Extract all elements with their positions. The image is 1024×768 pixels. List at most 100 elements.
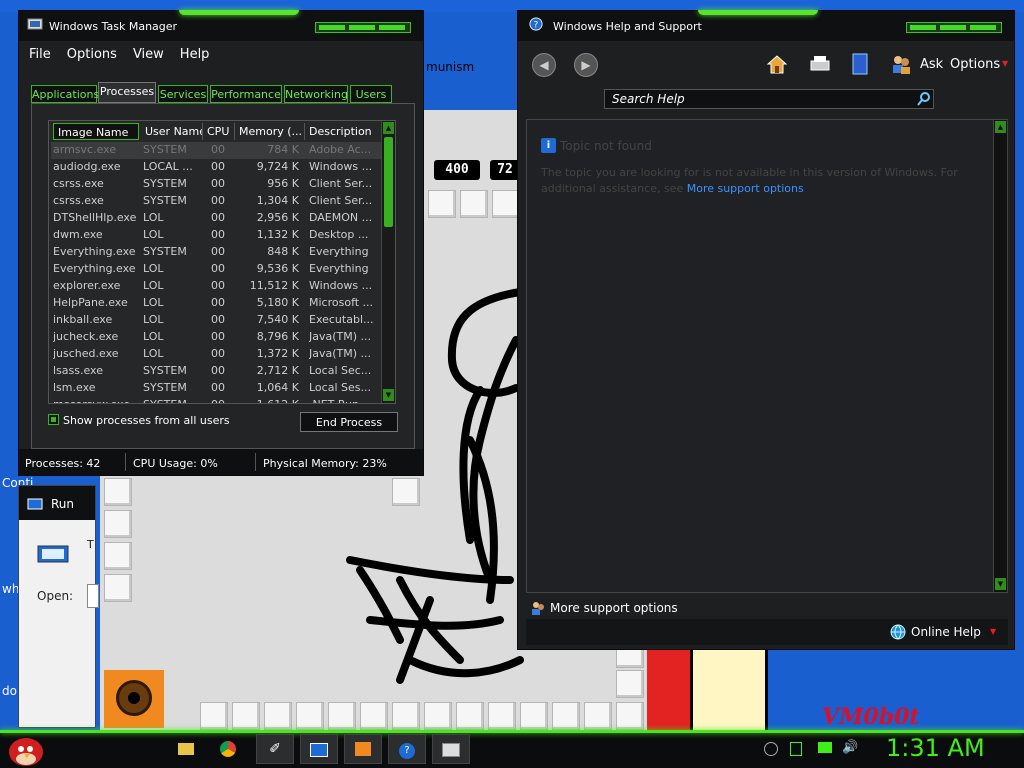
run-dialog[interactable]: Run T Open: xyxy=(18,485,99,728)
help-titlebar[interactable]: ? Windows Help and Support xyxy=(518,10,1014,41)
start-button-angry-bird-icon[interactable] xyxy=(6,732,46,768)
process-name: audiodg.exe xyxy=(53,160,121,173)
print-icon[interactable] xyxy=(808,53,832,75)
window-controls[interactable] xyxy=(315,22,411,33)
column-user-name[interactable]: User Name xyxy=(141,123,203,140)
process-row[interactable]: explorer.exe LOL 00 11,512 K Windows ... xyxy=(51,278,381,295)
menu-options[interactable]: Options xyxy=(67,47,117,62)
more-support-footer[interactable]: More support options xyxy=(526,597,1008,619)
process-row[interactable]: lsm.exe SYSTEM 00 1,064 K Local Ses... xyxy=(51,380,381,397)
back-arrow-icon[interactable]: ◀ xyxy=(532,53,556,77)
tab-services[interactable]: Services xyxy=(158,85,208,103)
menu-file[interactable]: File xyxy=(29,47,51,62)
process-row[interactable]: audiodg.exe LOCAL ... 00 9,724 K Windows ... xyxy=(51,159,381,176)
menu-view[interactable]: View xyxy=(133,47,164,62)
scroll-down-arrow-icon[interactable]: ▼ xyxy=(383,389,394,401)
close-button[interactable] xyxy=(970,25,996,30)
search-icon[interactable] xyxy=(916,91,932,107)
help-support-window[interactable]: ? Windows Help and Support ◀ ▶ Ask Optio… xyxy=(517,10,1015,650)
checkbox-icon[interactable] xyxy=(48,414,59,425)
process-row[interactable]: csrss.exe SYSTEM 00 956 K Client Ser... xyxy=(51,176,381,193)
process-list-scrollbar[interactable]: ▲ ▼ xyxy=(381,121,395,403)
column-memory[interactable]: Memory (... xyxy=(235,123,305,140)
process-user: LOL xyxy=(143,211,164,224)
taskbar-inkball-icon[interactable] xyxy=(344,734,382,764)
process-row[interactable]: armsvc.exe SYSTEM 00 784 K Adobe Ac... xyxy=(51,142,381,159)
process-row[interactable]: csrss.exe SYSTEM 00 1,304 K Client Ser... xyxy=(51,193,381,210)
game-tile xyxy=(456,702,484,730)
scroll-down-arrow-icon[interactable]: ▼ xyxy=(995,578,1006,590)
tab-processes[interactable]: Processes xyxy=(98,82,156,103)
tray-volume-icon[interactable]: 🔊 xyxy=(842,740,858,755)
titlebar-glow xyxy=(698,10,818,15)
options-dropdown-icon[interactable]: ▼ xyxy=(1002,59,1008,68)
process-row[interactable]: DTShellHlp.exe LOL 00 2,956 K DAEMON ... xyxy=(51,210,381,227)
desktop-text-fragment: wh xyxy=(2,582,20,596)
process-user: LOL xyxy=(143,296,164,309)
run-titlebar[interactable]: Run xyxy=(19,486,95,520)
minimize-button[interactable] xyxy=(319,25,345,30)
help-title: Windows Help and Support xyxy=(553,20,702,33)
window-controls[interactable] xyxy=(906,22,1002,33)
task-manager-titlebar[interactable]: Windows Task Manager xyxy=(19,10,423,41)
ask-button[interactable]: Ask xyxy=(920,57,943,72)
ask-icon[interactable] xyxy=(890,53,912,75)
online-help-dropdown-icon[interactable]: ▼ xyxy=(990,627,996,636)
browse-help-icon[interactable] xyxy=(850,53,870,75)
taskbar-help-icon[interactable]: ? xyxy=(388,734,426,764)
tab-networking[interactable]: Networking xyxy=(284,85,348,103)
process-cpu: 00 xyxy=(211,228,225,241)
search-help-input[interactable]: Search Help xyxy=(604,89,934,109)
column-description[interactable]: Description xyxy=(305,123,383,140)
process-list[interactable]: Image Name User Name CPU Memory (... Des… xyxy=(48,120,396,404)
chrome-icon[interactable] xyxy=(212,734,244,764)
online-help-button[interactable]: Online Help xyxy=(911,625,981,639)
run-title: Run xyxy=(51,497,75,511)
process-row[interactable]: Everything.exe LOL 00 9,536 K Everything xyxy=(51,261,381,278)
process-row[interactable]: HelpPane.exe LOL 00 5,180 K Microsoft ... xyxy=(51,295,381,312)
column-cpu[interactable]: CPU xyxy=(203,123,235,140)
tray-network-icon[interactable] xyxy=(818,742,832,753)
process-name: jucheck.exe xyxy=(53,330,119,343)
menu-help[interactable]: Help xyxy=(180,47,210,62)
minimize-button[interactable] xyxy=(910,25,936,30)
process-memory: 2,956 K xyxy=(256,211,299,224)
process-row[interactable]: inkball.exe LOL 00 7,540 K Executabl... xyxy=(51,312,381,329)
taskbar-run-icon[interactable] xyxy=(300,734,338,764)
tab-users[interactable]: Users xyxy=(350,85,392,103)
process-row[interactable]: mscorsvw.exe SYSTEM 001,612 K .NET Run... xyxy=(51,397,381,403)
show-all-processes-checkbox[interactable]: Show processes from all users xyxy=(48,414,230,427)
more-support-link[interactable]: More support options xyxy=(687,182,804,195)
end-process-button[interactable]: End Process xyxy=(300,412,398,432)
process-memory: 1,132 K xyxy=(256,228,299,241)
process-row[interactable]: jusched.exe LOL 00 1,372 K Java(TM) ... xyxy=(51,346,381,363)
task-manager-window[interactable]: Windows Task Manager File Options View Help… xyxy=(18,10,424,476)
more-support-label[interactable]: More support options xyxy=(550,601,678,615)
process-row[interactable]: lsass.exe SYSTEM 00 2,712 K Local Sec... xyxy=(51,363,381,380)
scroll-up-arrow-icon[interactable]: ▲ xyxy=(995,121,1006,133)
folder-icon[interactable] xyxy=(170,734,202,764)
taskbar-task-manager-icon[interactable] xyxy=(432,734,470,764)
column-image-name[interactable]: Image Name xyxy=(53,123,139,140)
options-button[interactable]: Options xyxy=(950,57,1000,72)
run-open-input[interactable] xyxy=(87,584,99,608)
taskbar-app-paint-icon[interactable]: ✐ xyxy=(256,734,294,764)
tab-performance[interactable]: Performance xyxy=(210,85,282,103)
scroll-thumb[interactable] xyxy=(384,137,393,227)
home-icon[interactable] xyxy=(766,53,788,75)
scroll-up-arrow-icon[interactable]: ▲ xyxy=(383,122,394,134)
tray-device-icon[interactable] xyxy=(790,742,802,756)
process-row[interactable]: dwm.exe LOL 00 1,132 K Desktop ... xyxy=(51,227,381,244)
process-row[interactable]: Everything.exe SYSTEM 00 848 K Everything xyxy=(51,244,381,261)
process-row[interactable]: jucheck.exe LOL 00 8,796 K Java(TM) ... xyxy=(51,329,381,346)
process-user: LOL xyxy=(143,279,164,292)
process-name: mscorsvw.exe xyxy=(53,398,139,403)
tab-applications[interactable]: Applications xyxy=(31,85,99,103)
help-scrollbar[interactable]: ▲ ▼ xyxy=(993,120,1007,592)
forward-arrow-icon[interactable]: ▶ xyxy=(574,53,598,77)
close-button[interactable] xyxy=(379,25,405,30)
maximize-button[interactable] xyxy=(349,25,375,30)
taskbar-clock[interactable]: 1:31 AM xyxy=(886,734,985,762)
show-hidden-icons-icon[interactable] xyxy=(764,742,778,756)
maximize-button[interactable] xyxy=(940,25,966,30)
